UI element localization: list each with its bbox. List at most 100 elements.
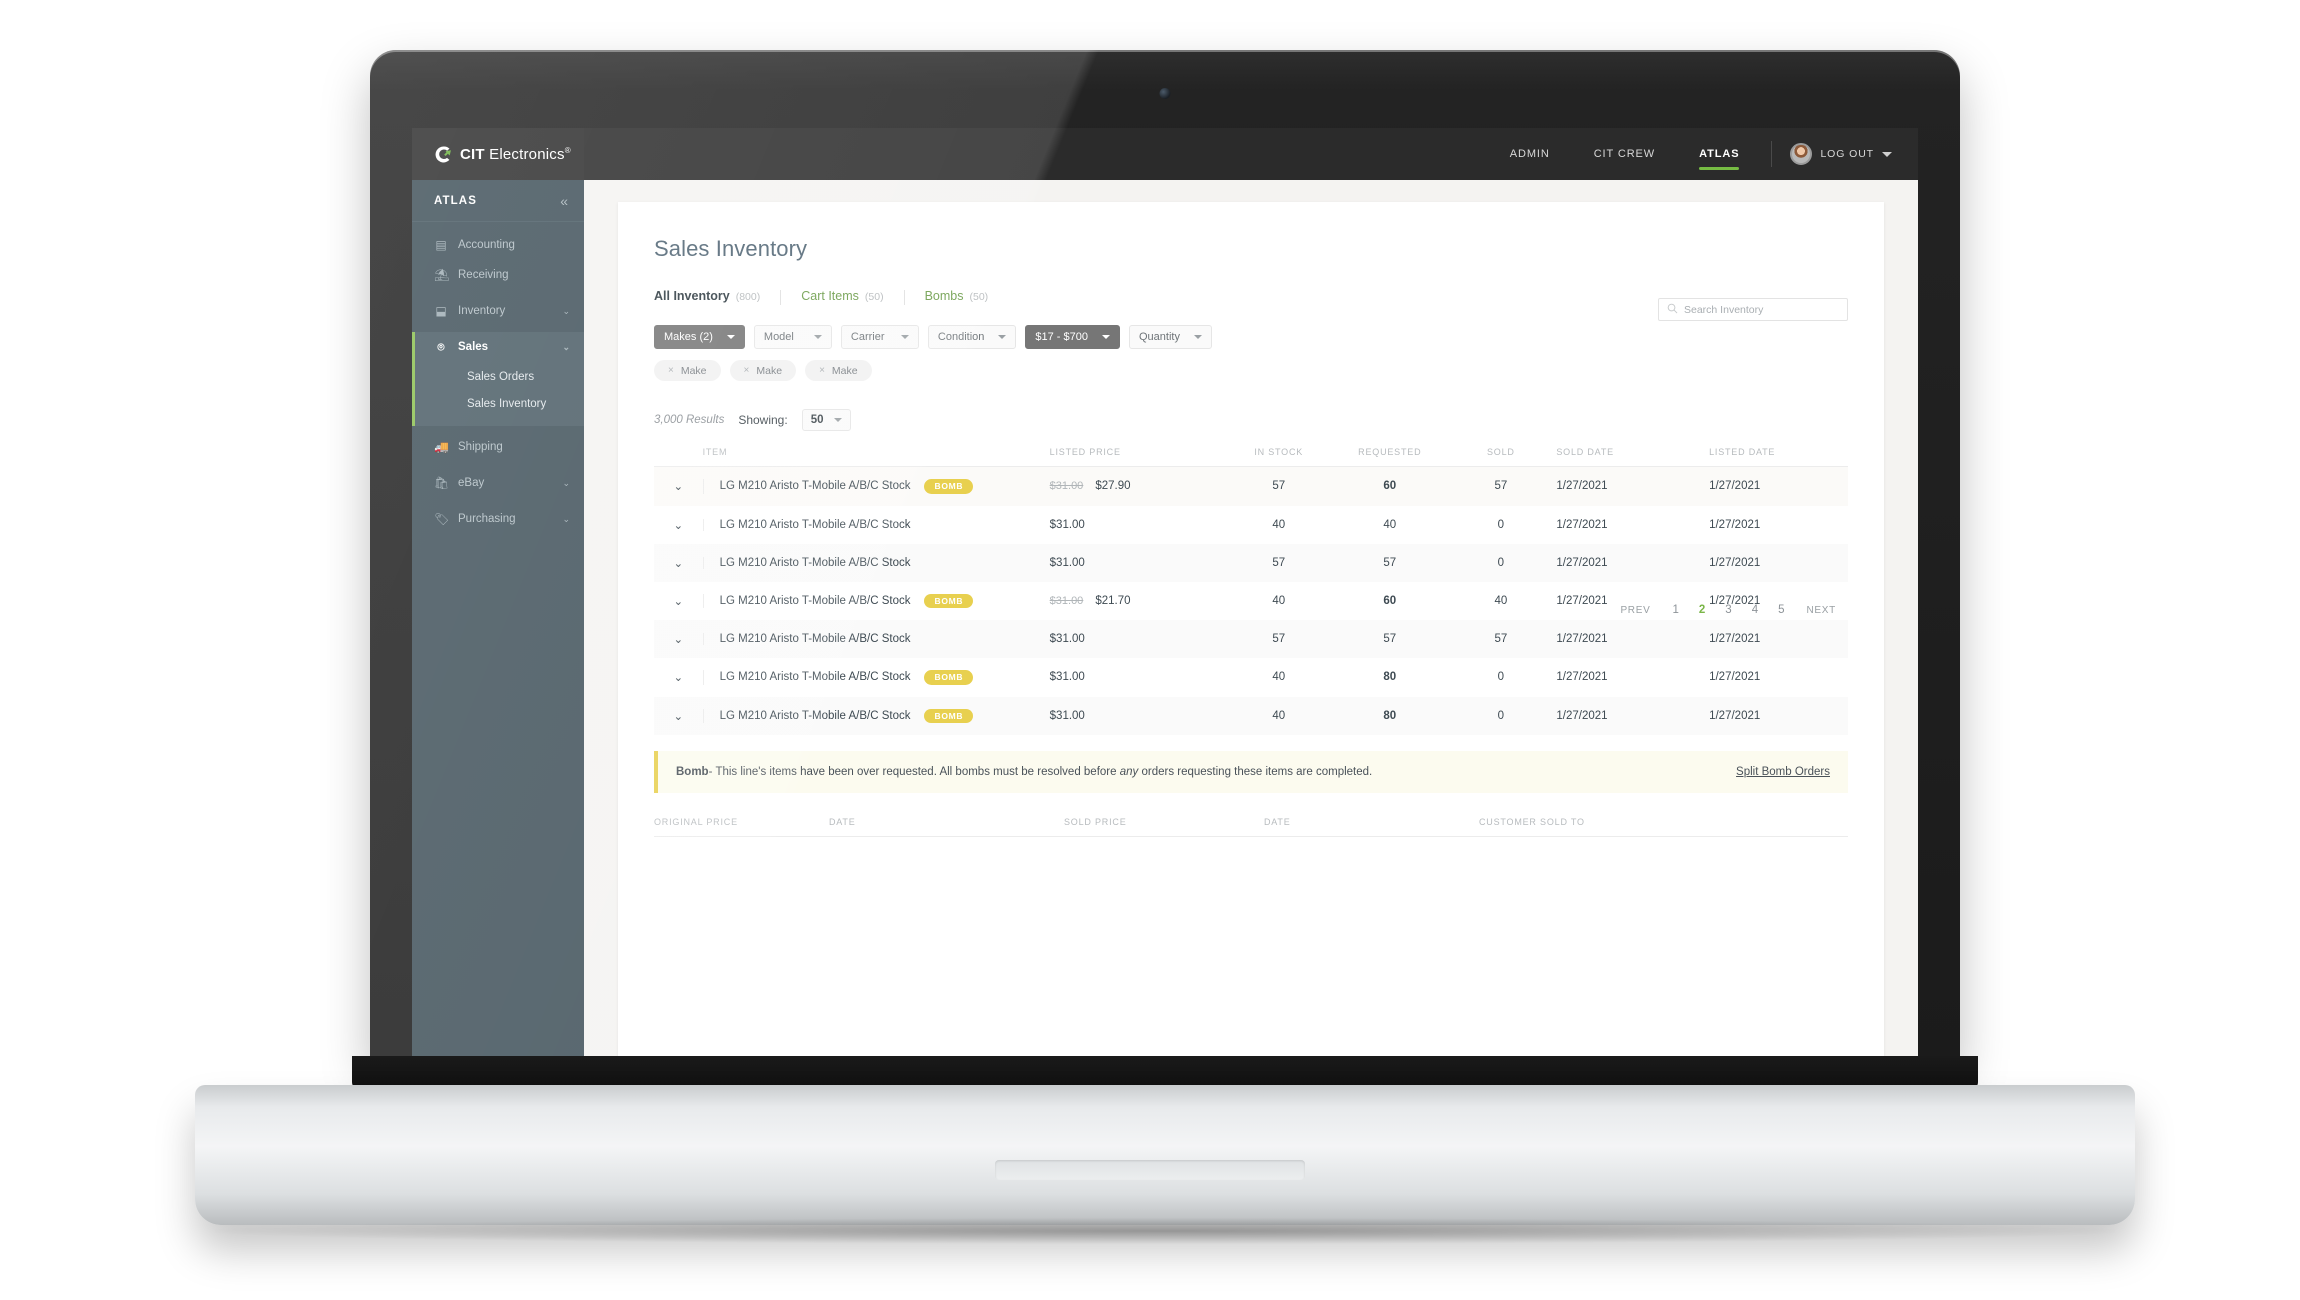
topnav-divider — [1771, 141, 1773, 167]
sidebar-nav-list: ▤ Accounting ⛱ Receiving ⬓ Inventory ⌄ ⌾… — [412, 222, 584, 534]
expanded-row-panel: Bomb- This line's items have been over r… — [654, 735, 1848, 837]
row-expander-icon[interactable]: ⌄ — [654, 620, 703, 658]
row-in-stock: 40 — [1272, 671, 1286, 684]
tab-count: (800) — [735, 290, 761, 303]
search-box[interactable] — [1658, 298, 1848, 321]
pagination-page-2[interactable]: 2 — [1689, 604, 1715, 616]
laptop-base — [195, 1085, 2135, 1225]
sidebar-item-sales[interactable]: ⌾ Sales ⌄ — [415, 332, 584, 362]
row-sold: 0 — [1497, 671, 1505, 684]
pagination-next[interactable]: NEXT — [1795, 605, 1848, 616]
sidebar-item-receiving[interactable]: ⛱ Receiving — [412, 260, 584, 290]
tab-label: Cart Items — [801, 288, 859, 303]
bomb-note-dash: - — [708, 766, 713, 778]
row-expander-icon[interactable]: ⌄ — [654, 582, 703, 621]
main-content: Sales Inventory All Inventory (800) Cart… — [584, 180, 1918, 1060]
tab-bombs[interactable]: Bombs (50) — [925, 289, 989, 303]
close-icon[interactable]: × — [819, 365, 825, 376]
row-price-original: $31.00 — [1049, 480, 1084, 493]
row-expander-icon[interactable]: ⌄ — [654, 466, 703, 506]
sidebar-collapse-icon[interactable]: « — [560, 194, 568, 208]
filter-label: Quantity — [1139, 331, 1180, 343]
table-row[interactable]: ⌄ LG M210 Aristo T-Mobile A/B/C Stock $3… — [654, 543, 1848, 582]
sidebar-item-sales-inventory[interactable]: Sales Inventory — [467, 391, 584, 418]
filter-chip[interactable]: × Make — [805, 360, 872, 381]
close-icon[interactable]: × — [668, 365, 674, 376]
table-row[interactable]: ⌄ LG M210 Aristo T-Mobile A/B/C Stock BOM… — [654, 658, 1848, 697]
table-row[interactable]: ⌄ LG M210 Aristo T-Mobile A/B/C Stock $3… — [654, 620, 1848, 658]
row-in-stock: 40 — [1272, 518, 1286, 531]
log-out-label: LOG OUT — [1820, 148, 1874, 160]
chevron-down-icon — [998, 335, 1007, 339]
pagination-page-1[interactable]: 1 — [1662, 604, 1688, 616]
filter-model[interactable]: Model — [753, 325, 832, 349]
brand-logo[interactable]: CIT Electronics® — [412, 128, 584, 180]
row-requested: 40 — [1383, 518, 1397, 531]
topnav-item-admin[interactable]: ADMIN — [1488, 128, 1572, 180]
chevron-down-icon — [900, 335, 909, 339]
page-size-select[interactable]: 50 — [801, 409, 851, 431]
row-sold-date: 1/27/2021 — [1556, 620, 1710, 658]
sidebar-header: ATLAS « — [412, 180, 584, 222]
table-row[interactable]: ⌄ LG M210 Aristo T-Mobile A/B/C Stock BOM… — [654, 696, 1848, 735]
topnav-item-cit-crew[interactable]: CIT CREW — [1572, 128, 1677, 180]
tab-cart-items[interactable]: Cart Items (50) — [801, 289, 883, 303]
column-item: ITEM — [702, 447, 1050, 467]
filter-quantity[interactable]: Quantity — [1129, 325, 1212, 349]
filter-carrier[interactable]: Carrier — [840, 325, 919, 349]
filter-chip[interactable]: × Make — [654, 360, 721, 381]
bomb-badge: BOMB — [924, 708, 974, 723]
split-bomb-orders-link[interactable]: Split Bomb Orders — [1736, 766, 1830, 778]
bomb-badge: BOMB — [924, 479, 974, 494]
sidebar-item-sales-orders[interactable]: Sales Orders — [467, 364, 584, 391]
filter-makes[interactable]: Makes (2) — [654, 325, 745, 349]
user-menu[interactable]: LOG OUT — [1782, 143, 1892, 165]
close-icon[interactable]: × — [744, 365, 750, 376]
row-sold: 57 — [1445, 620, 1557, 658]
row-expander-icon[interactable]: ⌄ — [654, 696, 703, 735]
row-in-stock: 40 — [1223, 696, 1335, 735]
tab-divider — [903, 290, 905, 305]
row-sold-date: 1/27/2021 — [1556, 671, 1608, 684]
row-price: $31.00 — [1049, 556, 1085, 569]
filter-condition[interactable]: Condition — [927, 325, 1017, 349]
table-row[interactable]: ⌄ LG M210 Aristo T-Mobile A/B/C Stock $3… — [654, 506, 1848, 544]
tab-all-inventory[interactable]: All Inventory (800) — [654, 289, 760, 303]
chevron-down-icon — [726, 335, 735, 339]
pagination-page-3[interactable]: 3 — [1715, 604, 1741, 616]
sidebar-item-shipping[interactable]: 🚚 Shipping — [412, 432, 584, 462]
showing-label: Showing: — [738, 413, 788, 427]
pagination: PREV 1 2 3 4 5 NEXT — [1608, 604, 1848, 616]
boxes-icon: ⬓ — [435, 304, 447, 318]
topnav-item-atlas[interactable]: ATLAS — [1677, 128, 1761, 180]
row-expander-icon[interactable]: ⌄ — [654, 506, 703, 544]
pagination-prev[interactable]: PREV — [1608, 605, 1662, 616]
column-customer-sold-to: CUSTOMER SOLD TO — [1479, 817, 1848, 837]
table-row[interactable]: ⌄ LG M210 Aristo T-Mobile A/B/C Stock BOM… — [654, 466, 1848, 506]
sidebar-item-inventory[interactable]: ⬓ Inventory ⌄ — [412, 296, 584, 326]
row-price: $27.90 — [1095, 480, 1131, 493]
filter-chip[interactable]: × Make — [729, 360, 797, 381]
chevron-down-icon — [813, 335, 822, 339]
filter-bar: Makes (2) Model Carrier Condition $17 - … — [654, 325, 1848, 349]
row-item-name: LG M210 Aristo T-Mobile A/B/C Stock — [719, 594, 911, 607]
filter-price-range[interactable]: $17 - $700 — [1025, 325, 1120, 349]
row-item-name: LG M210 Aristo T-Mobile A/B/C Stock — [719, 480, 911, 493]
bomb-detail-table: ORIGINAL PRICE DATE SOLD PRICE DATE CUST… — [654, 817, 1848, 837]
search-input[interactable] — [1684, 303, 1839, 316]
pagination-page-5[interactable]: 5 — [1768, 604, 1794, 616]
row-price-original: $31.00 — [1049, 594, 1084, 607]
column-sold-date: SOLD DATE — [1556, 447, 1710, 467]
column-listed-price: LISTED PRICE — [1049, 447, 1224, 467]
sidebar-item-purchasing[interactable]: 🏷 Purchasing ⌄ — [412, 504, 584, 534]
sidebar-item-ebay[interactable]: 🛍 eBay ⌄ — [412, 468, 584, 498]
row-expander-icon[interactable]: ⌄ — [654, 658, 703, 697]
sidebar-item-accounting[interactable]: ▤ Accounting — [412, 230, 584, 260]
pagination-page-4[interactable]: 4 — [1742, 604, 1768, 616]
row-item-name: LG M210 Aristo T-Mobile A/B/C Stock — [719, 518, 911, 531]
bomb-note-text: Bomb- This line's items have been over r… — [676, 766, 1712, 778]
row-requested: 57 — [1334, 620, 1446, 658]
column-in-stock: IN STOCK — [1223, 447, 1335, 467]
row-expander-icon[interactable]: ⌄ — [654, 543, 703, 582]
open-box-icon: ⛱ — [434, 268, 450, 282]
